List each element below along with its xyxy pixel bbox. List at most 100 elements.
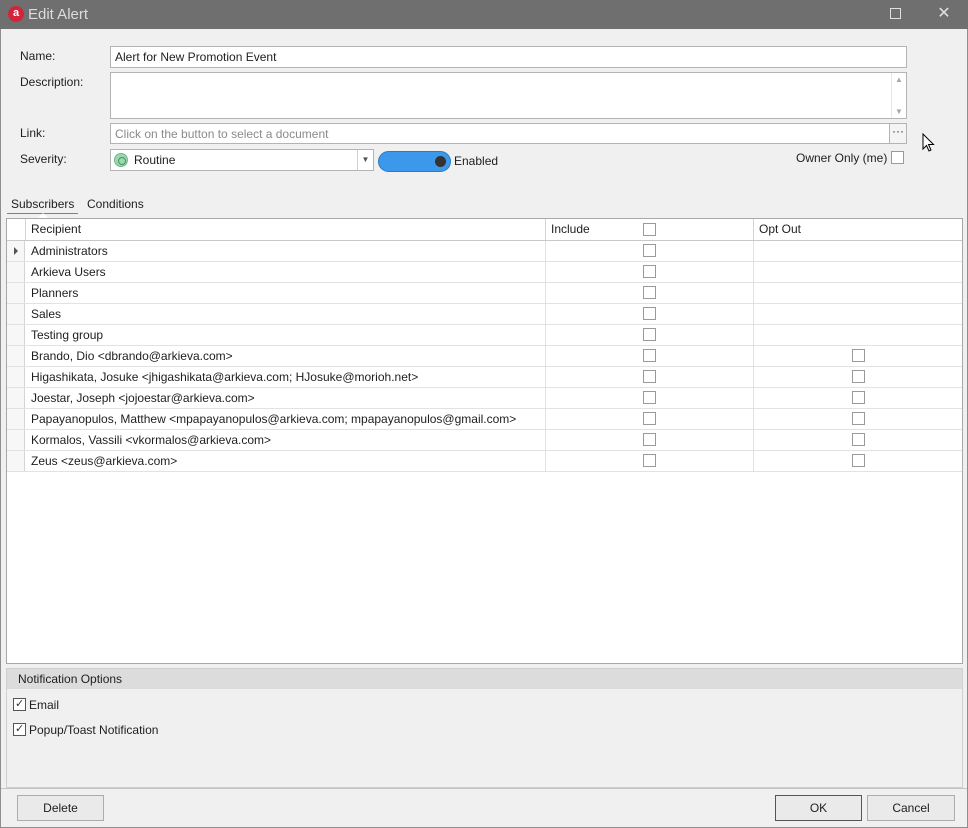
opt-out-checkbox[interactable]: [852, 433, 865, 446]
popup-toast-checkbox[interactable]: [13, 722, 26, 736]
table-row[interactable]: Planners: [7, 283, 962, 304]
subscribers-grid: Recipient Include Opt Out Administrators…: [6, 218, 963, 664]
opt-out-cell: [754, 241, 962, 261]
opt-out-checkbox[interactable]: [852, 391, 865, 404]
include-checkbox[interactable]: [643, 370, 656, 383]
email-option[interactable]: Email: [13, 697, 59, 712]
table-row[interactable]: Higashikata, Josuke <jhigashikata@arkiev…: [7, 367, 962, 388]
include-checkbox[interactable]: [643, 286, 656, 299]
opt-out-checkbox[interactable]: [852, 454, 865, 467]
recipient-cell: Papayanopulos, Matthew <mpapayanopulos@a…: [26, 409, 546, 429]
include-checkbox[interactable]: [643, 433, 656, 446]
row-header[interactable]: [7, 241, 25, 261]
table-row[interactable]: Brando, Dio <dbrando@arkieva.com>: [7, 346, 962, 367]
mouse-cursor-icon: [922, 133, 935, 152]
tab-conditions[interactable]: Conditions: [83, 195, 148, 213]
table-row[interactable]: Joestar, Joseph <jojoestar@arkieva.com>: [7, 388, 962, 409]
include-checkbox[interactable]: [643, 412, 656, 425]
include-cell: [546, 451, 754, 471]
table-row[interactable]: Kormalos, Vassili <vkormalos@arkieva.com…: [7, 430, 962, 451]
enabled-label: Enabled: [454, 154, 499, 168]
table-row[interactable]: Papayanopulos, Matthew <mpapayanopulos@a…: [7, 409, 962, 430]
table-row[interactable]: Zeus <zeus@arkieva.com>: [7, 451, 962, 472]
include-cell: [546, 430, 754, 450]
opt-out-cell: [754, 409, 962, 429]
enabled-toggle[interactable]: [378, 151, 451, 172]
opt-out-checkbox[interactable]: [852, 370, 865, 383]
recipient-cell: Higashikata, Josuke <jhigashikata@arkiev…: [26, 367, 546, 387]
recipient-cell: Joestar, Joseph <jojoestar@arkieva.com>: [26, 388, 546, 408]
close-icon[interactable]: ✕: [934, 4, 954, 24]
row-header[interactable]: [7, 262, 25, 282]
browse-document-button[interactable]: ···: [889, 123, 907, 144]
title-bar: a Edit Alert ✕: [0, 0, 968, 29]
column-header-recipient[interactable]: Recipient: [26, 219, 546, 240]
include-checkbox[interactable]: [643, 454, 656, 467]
severity-value: Routine: [134, 153, 176, 167]
include-checkbox[interactable]: [643, 328, 656, 341]
include-checkbox[interactable]: [643, 244, 656, 257]
severity-label: Severity:: [20, 152, 67, 166]
table-row[interactable]: Sales: [7, 304, 962, 325]
dialog-footer: Delete OK Cancel: [1, 788, 967, 828]
row-header[interactable]: [7, 451, 25, 471]
tab-subscribers[interactable]: Subscribers: [7, 195, 79, 214]
row-header[interactable]: [7, 304, 25, 324]
row-header[interactable]: [7, 388, 25, 408]
chevron-down-icon[interactable]: ▼: [357, 150, 373, 170]
include-cell: [546, 367, 754, 387]
recipient-cell: Testing group: [26, 325, 546, 345]
recipient-cell: Arkieva Users: [26, 262, 546, 282]
opt-out-cell: [754, 430, 962, 450]
row-header[interactable]: [7, 409, 25, 429]
opt-out-cell: [754, 451, 962, 471]
notification-options-title: Notification Options: [7, 669, 962, 689]
table-row[interactable]: Arkieva Users: [7, 262, 962, 283]
include-checkbox[interactable]: [643, 265, 656, 278]
maximize-icon[interactable]: [890, 8, 901, 19]
grid-header: Recipient Include Opt Out: [7, 219, 962, 241]
include-cell: [546, 325, 754, 345]
include-checkbox[interactable]: [643, 391, 656, 404]
row-header[interactable]: [7, 283, 25, 303]
severity-select[interactable]: Routine ▼: [110, 149, 374, 171]
column-header-include[interactable]: Include: [546, 219, 754, 240]
include-header-label: Include: [551, 222, 590, 236]
include-cell: [546, 409, 754, 429]
row-header[interactable]: [7, 325, 25, 345]
row-header[interactable]: [7, 430, 25, 450]
include-cell: [546, 304, 754, 324]
name-field[interactable]: Alert for New Promotion Event: [110, 46, 907, 68]
recipient-cell: Kormalos, Vassili <vkormalos@arkieva.com…: [26, 430, 546, 450]
include-cell: [546, 346, 754, 366]
opt-out-checkbox[interactable]: [852, 349, 865, 362]
ok-button[interactable]: OK: [775, 795, 862, 821]
owner-only-checkbox[interactable]: [891, 151, 904, 164]
notification-options-panel: Notification Options Email Popup/Toast N…: [6, 668, 963, 788]
current-row-icon: [14, 247, 18, 255]
opt-out-cell: [754, 367, 962, 387]
table-row[interactable]: Administrators: [7, 241, 962, 262]
opt-out-checkbox[interactable]: [852, 412, 865, 425]
popup-toast-option[interactable]: Popup/Toast Notification: [13, 722, 158, 737]
scroll-up-icon[interactable]: ▲: [895, 75, 903, 84]
include-all-checkbox[interactable]: [643, 223, 656, 236]
description-scrollbar[interactable]: ▲ ▼: [891, 73, 906, 118]
link-field[interactable]: Click on the button to select a document: [110, 123, 890, 144]
row-header-corner: [7, 219, 26, 240]
email-checkbox[interactable]: [13, 697, 26, 711]
row-header[interactable]: [7, 346, 25, 366]
cancel-button[interactable]: Cancel: [867, 795, 955, 821]
tab-bar: Subscribers Conditions: [1, 191, 967, 218]
include-cell: [546, 262, 754, 282]
include-checkbox[interactable]: [643, 307, 656, 320]
column-header-opt-out[interactable]: Opt Out: [754, 219, 962, 240]
include-checkbox[interactable]: [643, 349, 656, 362]
row-header[interactable]: [7, 367, 25, 387]
table-row[interactable]: Testing group: [7, 325, 962, 346]
scroll-down-icon[interactable]: ▼: [895, 107, 903, 116]
opt-out-cell: [754, 262, 962, 282]
delete-button[interactable]: Delete: [17, 795, 104, 821]
edit-alert-dialog: Name: Alert for New Promotion Event Desc…: [0, 29, 968, 828]
description-field[interactable]: ▲ ▼: [110, 72, 907, 119]
